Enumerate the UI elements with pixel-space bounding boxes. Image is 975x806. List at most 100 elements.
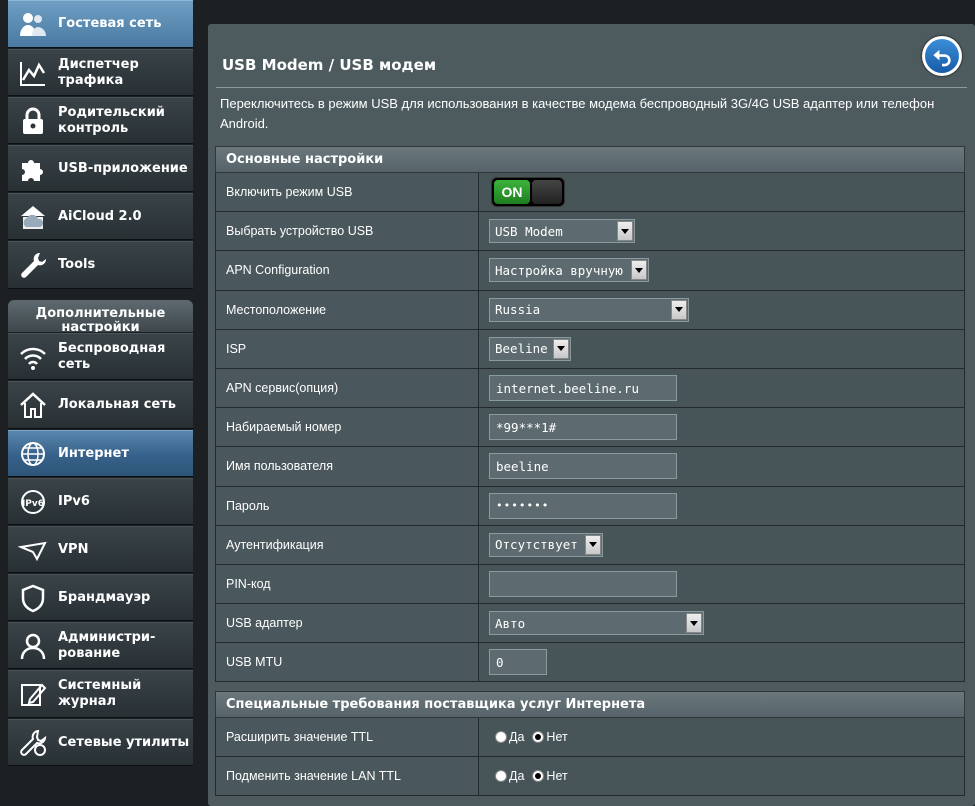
- row-value: Да Нет: [479, 757, 964, 796]
- sidebar-item-usb-application[interactable]: USB-приложение: [8, 145, 193, 192]
- toggle-on-label: ON: [494, 180, 530, 205]
- apn-service-input[interactable]: internet.beeline.ru: [489, 375, 677, 402]
- row-username: Имя пользователя beeline: [215, 447, 965, 487]
- location-select[interactable]: Russia: [489, 297, 689, 322]
- sidebar-item-label: Брандмауэр: [58, 589, 151, 605]
- dial-number-input[interactable]: *99***1#: [489, 414, 677, 441]
- sidebar-item-traffic-manager[interactable]: Диспетчер трафика: [8, 49, 193, 96]
- row-label: Выбрать устройство USB: [216, 212, 479, 251]
- select-value: Beeline: [495, 341, 548, 357]
- traffic-manager-icon: [16, 56, 50, 90]
- sidebar-item-label: USB-приложение: [58, 160, 188, 176]
- sidebar-item-system-log[interactable]: Системный журнал: [8, 670, 193, 718]
- sidebar-item-label: Tools: [58, 257, 96, 272]
- radio-label: Да: [509, 769, 525, 784]
- sidebar-item-network-tools[interactable]: Сетевые утилиты: [8, 719, 193, 766]
- chevron-down-icon: [671, 299, 687, 320]
- chevron-down-icon: [553, 338, 569, 359]
- svg-text:IPv6: IPv6: [22, 499, 44, 509]
- usb-device-select[interactable]: USB Modem: [489, 219, 635, 244]
- sidebar-item-administration[interactable]: Администри-рование: [8, 622, 193, 669]
- sidebar-item-label: Беспроводная сеть: [58, 340, 166, 372]
- row-value: Отсутствует: [479, 525, 964, 564]
- sidebar-item-label: IPv6: [58, 493, 90, 509]
- page-title: USB Modem / USB модем: [222, 56, 437, 74]
- section-header: Основные настройки: [215, 146, 965, 173]
- select-value: Настройка вручную: [495, 262, 623, 278]
- row-value: Авто: [479, 604, 964, 643]
- row-enable-usb: Включить режим USB ON: [215, 173, 965, 213]
- pin-code-input[interactable]: [489, 570, 677, 597]
- shield-icon: [16, 581, 50, 615]
- usb-mode-toggle[interactable]: ON: [491, 177, 565, 208]
- sidebar-item-internet[interactable]: Интернет: [8, 430, 193, 477]
- wrench-icon: [16, 248, 50, 282]
- sidebar-item-label: Администри-рование: [58, 629, 156, 661]
- row-value: Настройка вручную: [479, 251, 964, 290]
- row-isp: ISP Beeline: [215, 329, 965, 369]
- row-location: Местоположение Russia: [215, 290, 965, 330]
- spoof-ttl-yes-radio[interactable]: Да: [495, 769, 524, 783]
- row-label: APN Configuration: [216, 251, 479, 290]
- page-description: Переключитесь в режим USB для использова…: [220, 96, 935, 131]
- sidebar-item-label: Родительский контроль: [58, 104, 165, 136]
- apn-config-select[interactable]: Настройка вручную: [489, 258, 649, 283]
- row-value: [479, 564, 964, 604]
- title-divider: [216, 87, 967, 88]
- row-select-device: Выбрать устройство USB USB Modem: [215, 212, 965, 252]
- sidebar-item-label: Диспетчер трафика: [58, 56, 139, 88]
- log-edit-icon: [16, 677, 50, 711]
- select-value: Russia: [495, 302, 541, 318]
- row-label: Расширить значение TTL: [216, 718, 479, 757]
- back-button[interactable]: [922, 36, 962, 76]
- extend-ttl-no-radio[interactable]: Нет: [532, 730, 568, 744]
- row-value: internet.beeline.ru: [479, 368, 964, 408]
- isp-select[interactable]: Beeline: [489, 336, 571, 361]
- sidebar-item-label: Сетевые утилиты: [58, 734, 190, 750]
- globe-icon: [16, 437, 50, 471]
- row-value: beeline: [479, 447, 964, 486]
- row-label: Набираемый номер: [216, 408, 479, 447]
- sidebar-item-vpn[interactable]: VPN: [8, 526, 193, 573]
- section-header: Специальные требования поставщика услуг …: [215, 691, 965, 718]
- sidebar-item-aicloud[interactable]: AiCloud 2.0: [8, 193, 193, 240]
- chevron-down-icon: [631, 260, 647, 281]
- chevron-down-icon: [585, 534, 601, 555]
- wifi-icon: [16, 340, 50, 374]
- vpn-icon: [16, 533, 50, 567]
- row-label: Местоположение: [216, 290, 479, 329]
- sidebar-item-label: Интернет: [58, 445, 129, 461]
- sidebar-item-label: AiCloud 2.0: [58, 208, 142, 224]
- sidebar-item-lan[interactable]: Локальная сеть: [8, 381, 193, 429]
- home-icon: [16, 388, 50, 422]
- radio-dot: [495, 770, 507, 783]
- sidebar-item-label: VPN: [58, 541, 89, 557]
- sidebar-item-guest-network[interactable]: Гостевая сеть: [8, 0, 193, 48]
- row-pin-code: PIN-код: [215, 564, 965, 605]
- row-label: USB адаптер: [216, 604, 479, 643]
- sidebar-item-firewall[interactable]: Брандмауэр: [8, 574, 193, 621]
- row-password: Пароль •••••••: [215, 486, 965, 526]
- chevron-down-icon: [686, 613, 702, 634]
- ipv6-icon: IPv6: [16, 485, 50, 519]
- usb-adapter-select[interactable]: Авто: [489, 611, 704, 636]
- row-value: Beeline: [479, 329, 964, 368]
- extend-ttl-yes-radio[interactable]: Да: [495, 730, 524, 744]
- sidebar-item-ipv6[interactable]: IPv6 IPv6: [8, 478, 193, 525]
- sidebar-item-parental-control[interactable]: Родительский контроль: [8, 97, 193, 144]
- select-value: Авто: [495, 615, 526, 631]
- row-value: *99***1#: [479, 408, 964, 447]
- password-input[interactable]: •••••••: [489, 492, 677, 519]
- row-authentication: Аутентификация Отсутствует: [215, 525, 965, 565]
- row-label: Имя пользователя: [216, 447, 479, 486]
- authentication-select[interactable]: Отсутствует: [489, 532, 603, 557]
- usb-mtu-input[interactable]: 0: [489, 649, 547, 676]
- network-tools-icon: [16, 726, 50, 760]
- sidebar-item-wireless[interactable]: Беспроводная сеть: [8, 333, 193, 380]
- spoof-ttl-no-radio[interactable]: Нет: [532, 769, 568, 783]
- isp-requirements-section: Специальные требования поставщика услуг …: [215, 691, 965, 797]
- row-spoof-ttl: Подменить значение LAN TTL Да Нет: [215, 757, 965, 797]
- radio-label: Да: [509, 730, 525, 745]
- sidebar-item-tools[interactable]: Tools: [8, 241, 193, 289]
- username-input[interactable]: beeline: [489, 453, 677, 480]
